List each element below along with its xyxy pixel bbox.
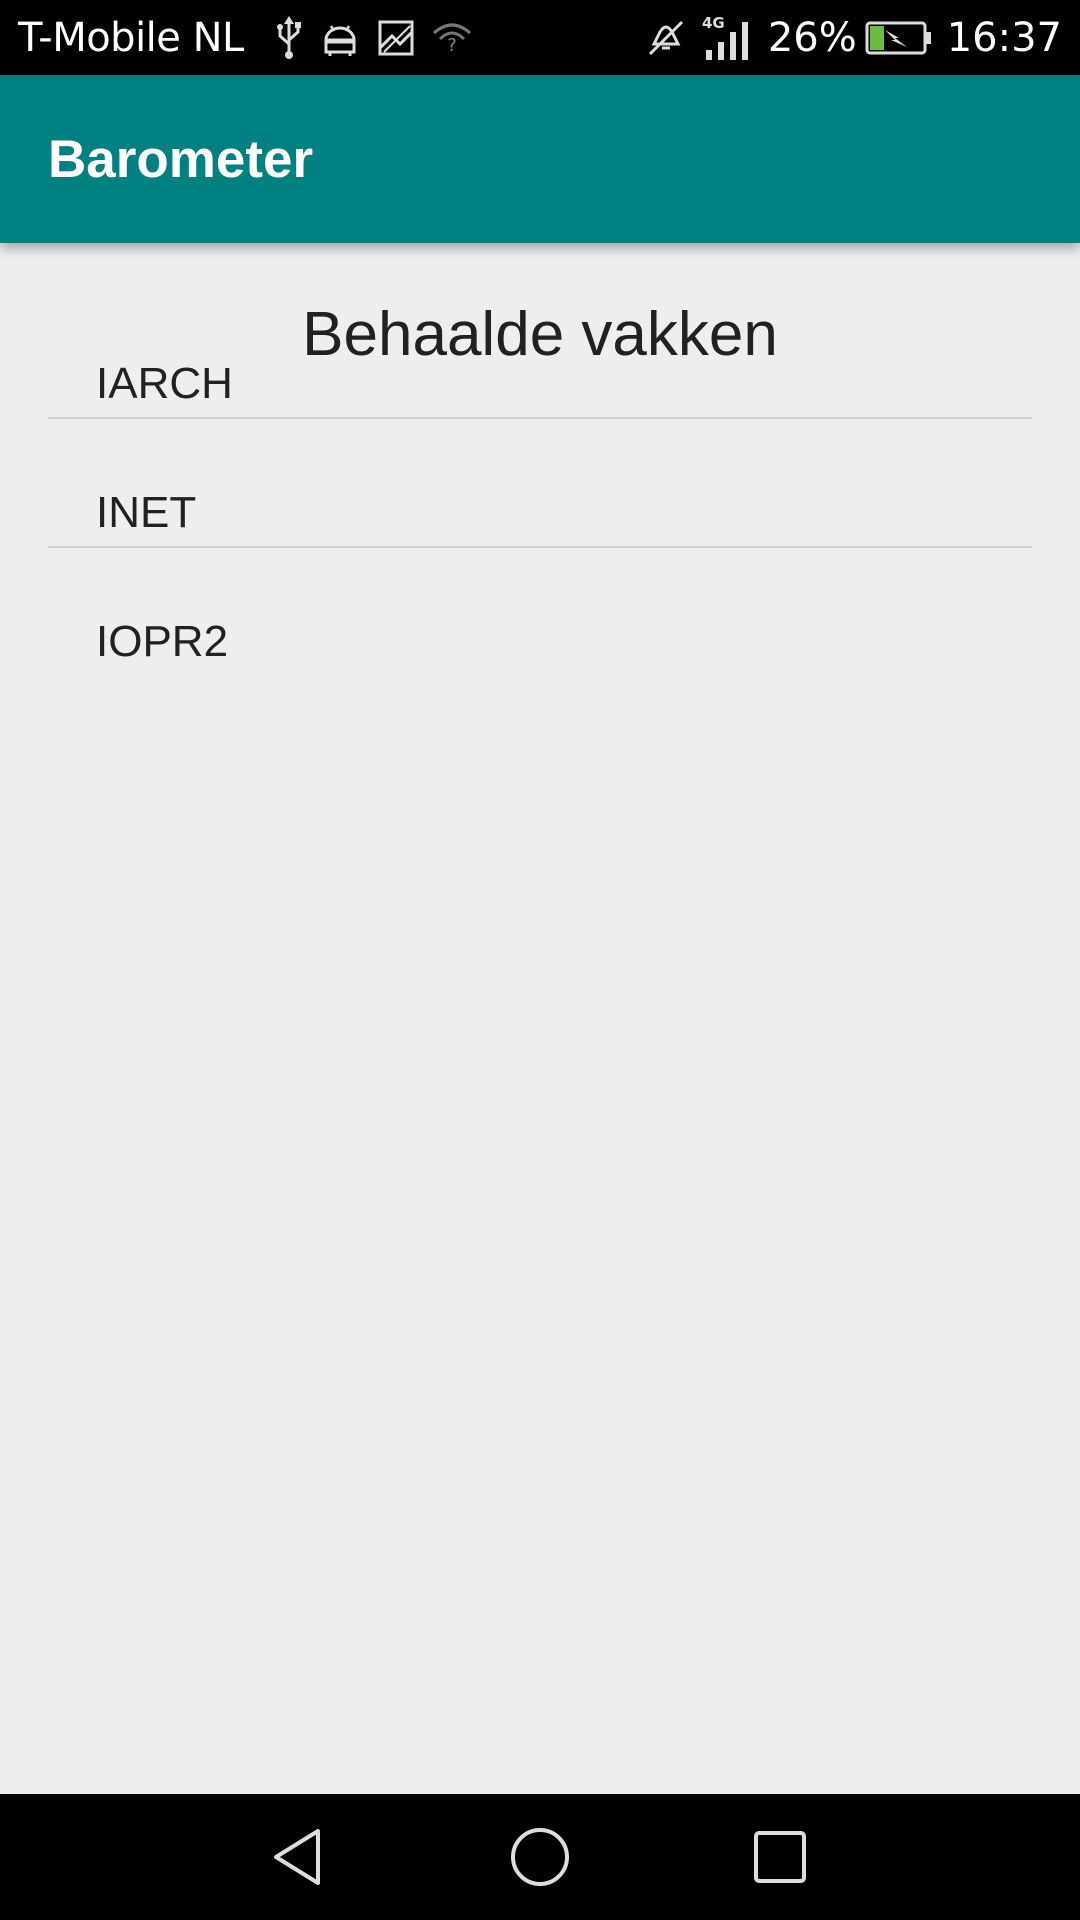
wifi-unknown-icon: ? [432, 21, 472, 55]
battery-percent: 26% [767, 14, 857, 61]
status-bar-left: T-Mobile NL ? [18, 0, 472, 75]
recents-icon [754, 1831, 806, 1883]
mute-icon [646, 18, 686, 58]
app-bar: Barometer [0, 75, 1080, 243]
svg-text:?: ? [447, 35, 457, 55]
signal-4g-icon: 4G [702, 14, 756, 62]
network-type-label: 4G [702, 14, 725, 32]
back-button[interactable] [240, 1794, 360, 1920]
list-item-label: IOPR2 [96, 617, 229, 666]
status-bar-right: 4G 26% 16:37 [630, 0, 1062, 75]
status-bar: T-Mobile NL ? 4G 26% 16:37 [0, 0, 1080, 75]
list-item[interactable]: IOPR2 [48, 548, 1032, 675]
recents-button[interactable] [720, 1794, 840, 1920]
section-heading: Behaalde vakken [302, 300, 778, 369]
android-debug-icon [320, 18, 360, 58]
list-item[interactable]: INET [48, 419, 1032, 546]
home-button[interactable] [480, 1794, 600, 1920]
main-content: IARCH INET IOPR2 Behaalde vakken [0, 243, 1080, 1794]
battery-charging-icon [865, 20, 933, 56]
back-icon [274, 1829, 320, 1885]
usb-icon [274, 15, 304, 60]
list-item-label: INET [96, 488, 197, 537]
navigation-bar [0, 1794, 1080, 1920]
home-icon [511, 1828, 569, 1886]
clock: 16:37 [946, 14, 1062, 61]
carrier-name: T-Mobile NL [18, 14, 244, 61]
image-icon [376, 18, 416, 58]
app-title: Barometer [48, 129, 314, 189]
